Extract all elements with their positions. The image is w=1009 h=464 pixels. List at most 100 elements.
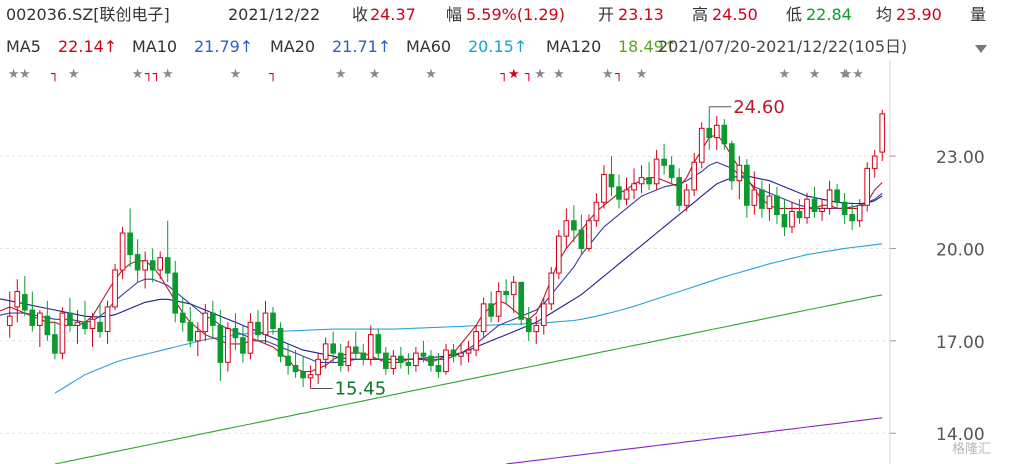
candle-body [352,346,359,354]
candle-body [202,312,209,333]
candle-body [322,343,329,360]
candle-body [495,291,502,317]
candle-body [52,334,58,354]
event-marker: ★★ [840,67,863,82]
candle-body [653,158,660,185]
candle-body [247,321,254,354]
candle-body [6,315,13,326]
ma250-line [506,417,883,464]
candle-body [187,321,194,342]
candle-body [533,324,540,333]
candle-body [119,232,126,271]
event-marker: ┐ [50,67,59,82]
candle-body [555,235,562,274]
candle-body [608,174,615,188]
event-marker: ★ [425,67,437,82]
candle-body [661,158,667,166]
candle-body [751,189,758,206]
candle-body [360,352,367,360]
candle-body [142,260,148,271]
event-marker: ★ [230,67,242,82]
event-marker: ★ [602,67,614,82]
event-marker: ★ [779,67,791,82]
candle-body [548,272,555,305]
candlestick-chart: 14.0017.0020.0023.0024.6015.45★ ★ ┐ ★ ★ ┐┐ ★ ★ ┐… [0,60,985,464]
candle-body [450,349,457,357]
candle-body [488,303,494,317]
candle-body [428,355,434,366]
candle-body [826,189,833,209]
event-marker: ┐ [524,67,533,82]
candle-body [540,303,547,326]
candle-body [586,220,592,249]
candle-body [255,321,261,336]
candle-body [104,306,111,333]
event-marker: ★ [534,67,546,82]
event-marker: ★ [68,67,80,82]
candle-body [382,352,389,370]
y-tick-label: 17.00 [936,333,985,353]
candle-body [759,189,765,209]
candle-body [89,318,96,330]
candle-body [849,214,855,222]
candle-body [398,355,404,363]
candle-body [345,346,352,366]
candle-body [691,161,698,191]
candle-body [375,334,382,354]
candle-body [149,260,156,271]
candle-body [766,195,773,209]
candle-body [811,198,818,212]
candle-body [134,254,141,271]
candle-body [465,349,472,354]
min-price-label: 15.45 [335,379,387,400]
candle-body [525,318,532,333]
candle-body [593,201,600,222]
candle-body [59,312,66,354]
event-marker: ★ [636,67,648,82]
candle-body [337,352,344,366]
candle-body [721,124,728,145]
candle-body [240,337,246,354]
event-marker: ★ [132,67,144,82]
candle-body [330,343,337,354]
candle-body [458,352,464,357]
candle-body [194,331,201,342]
candle-body [744,164,750,206]
candle-body [405,361,412,366]
candle-body [232,328,239,339]
event-marker: ┐ [614,67,623,82]
candle-body [856,204,863,222]
event-marker: ┐ [268,67,277,82]
candle-body [864,167,871,206]
event-marker: ★ [369,67,381,82]
candle-body [390,355,397,370]
candle-body [774,195,780,216]
candle-body [683,189,690,206]
event-marker: ★ [162,67,174,82]
candle-body [638,177,645,185]
candle-body [789,210,795,228]
candle-body [623,189,630,200]
candle-body [14,291,21,308]
candle-body [292,364,299,373]
candle-body [300,371,306,379]
candle-body [225,328,231,363]
candle-body [601,174,607,203]
candle-body [480,303,487,333]
candle-body [631,183,637,191]
candle-body [179,312,186,323]
candle-body [698,127,705,163]
candle-body [262,312,269,336]
candle-body [503,291,510,296]
candle-body [706,127,713,139]
candle-body [97,321,103,333]
candle-body [781,214,788,228]
candle-body [473,331,479,351]
candle-body [413,352,419,366]
candle-body [37,312,43,326]
candle-body [616,186,622,200]
ma20-line [0,175,883,360]
ma10-line [0,161,883,363]
candle-body [285,355,291,366]
event-marker: ★ [553,67,565,82]
